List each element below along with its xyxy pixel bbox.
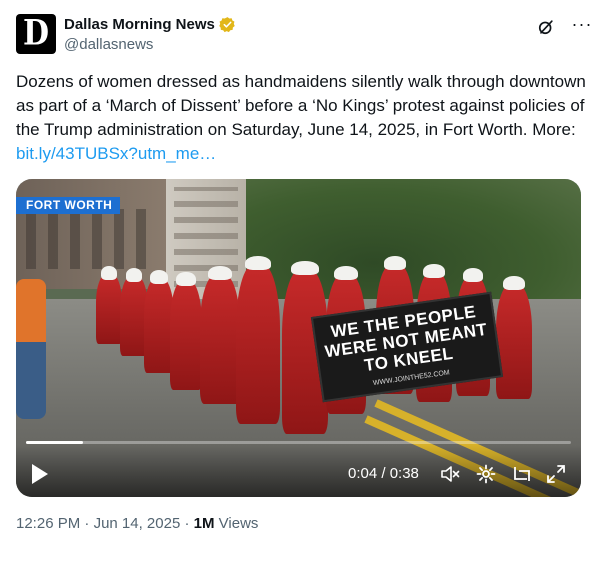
fullscreen-icon[interactable] (546, 464, 566, 484)
tweet-link[interactable]: bit.ly/43TUBSx?utm_me… (16, 144, 216, 163)
video-player[interactable]: WE THE PEOPLE WERE NOT MEANT TO KNEEL WW… (16, 179, 581, 497)
tweet-card: D Dallas Morning News @dallasnews ··· Do… (0, 0, 609, 564)
location-badge: FORT WORTH (16, 197, 121, 214)
video-controls: 0:04 / 0:38 (16, 445, 581, 497)
tweet-date[interactable]: Jun 14, 2025 (94, 515, 181, 532)
handmaiden-figure (170, 272, 202, 390)
settings-icon[interactable] (476, 464, 496, 484)
video-progress-bar[interactable] (26, 441, 571, 444)
handmaiden-figure (236, 256, 280, 424)
display-name[interactable]: Dallas Morning News (64, 16, 215, 33)
author-names: Dallas Morning News @dallasnews (64, 16, 236, 53)
meta-separator: · (184, 515, 190, 532)
more-options-icon[interactable]: ··· (571, 15, 593, 38)
tweet-text: Dozens of women dressed as handmaidens s… (16, 70, 594, 166)
tweet-header: D Dallas Morning News @dallasnews ··· (16, 12, 593, 60)
video-progress-fill (26, 441, 84, 444)
grok-icon[interactable] (535, 16, 557, 38)
avatar[interactable]: D (16, 14, 56, 54)
display-name-row: Dallas Morning News (64, 16, 236, 33)
handmaiden-figure (496, 276, 532, 399)
tweet-body: Dozens of women dressed as handmaidens s… (16, 72, 586, 139)
handmaiden-figure (96, 266, 122, 344)
header-actions: ··· (535, 15, 593, 38)
play-icon[interactable] (30, 463, 50, 485)
mute-icon[interactable] (440, 464, 460, 484)
verified-badge-icon[interactable] (219, 16, 236, 33)
handmaiden-figure (200, 266, 240, 404)
picture-in-picture-icon[interactable] (512, 464, 532, 484)
views-count: 1M (193, 515, 215, 532)
handle[interactable]: @dallasnews (64, 36, 236, 53)
avatar-letter: D (22, 13, 49, 54)
meta-separator: · (84, 515, 90, 532)
tweet-time[interactable]: 12:26 PM (16, 515, 80, 532)
video-time: 0:04 / 0:38 (348, 465, 419, 482)
tweet-meta: 12:26 PM · Jun 14, 2025 · 1M Views (16, 515, 258, 532)
views-label: Views (218, 515, 259, 532)
bystander (16, 279, 46, 419)
